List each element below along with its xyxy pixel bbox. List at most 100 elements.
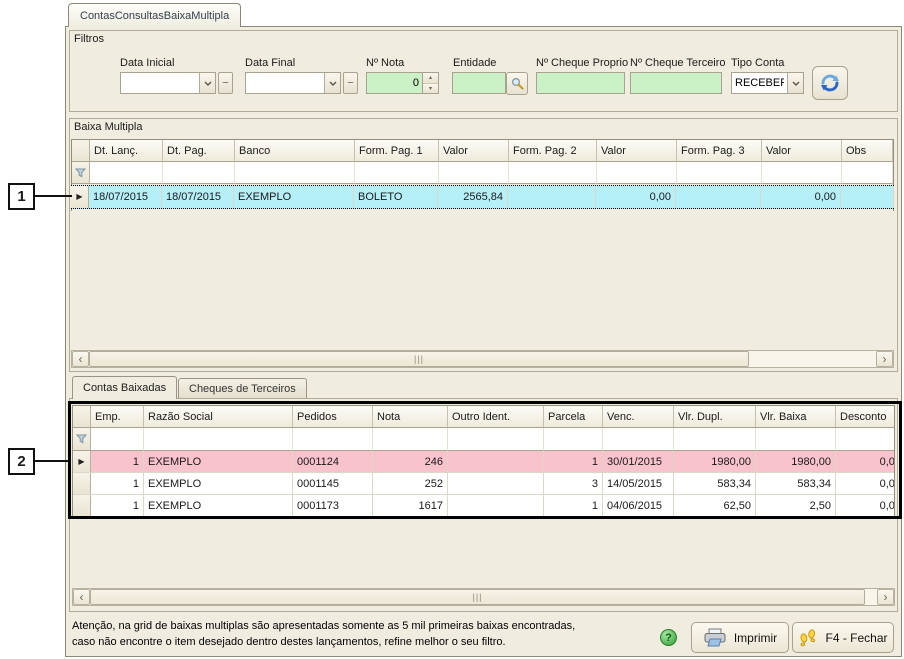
imprimir-button[interactable]: Imprimir — [691, 622, 789, 653]
cell-parcela[interactable]: 3 — [544, 473, 603, 494]
cell-form-pag-3[interactable] — [676, 186, 761, 208]
column-header[interactable]: Dt. Pag. — [163, 140, 235, 162]
tab-cheques-de-terceiros[interactable]: Cheques de Terceiros — [178, 378, 307, 399]
nota-input[interactable] — [367, 73, 422, 93]
table-row[interactable]: 1 EXEMPLO 0001145 252 3 14/05/2015 583,3… — [73, 473, 894, 495]
data-inicial-dropdown-button[interactable] — [199, 73, 215, 93]
cell-nota[interactable]: 246 — [373, 451, 448, 472]
filter-cell[interactable] — [91, 428, 144, 451]
cell-razao-social[interactable]: EXEMPLO — [144, 451, 293, 472]
column-header[interactable]: Form. Pag. 2 — [509, 140, 597, 162]
help-button[interactable]: ? — [660, 629, 677, 646]
tab-contas-baixadas[interactable]: Contas Baixadas — [72, 376, 177, 399]
column-header[interactable]: Obs — [842, 140, 893, 162]
cell-parcela[interactable]: 1 — [544, 495, 603, 516]
filter-cell[interactable] — [355, 162, 439, 184]
column-header[interactable]: Outro Ident. — [448, 406, 544, 428]
refresh-button[interactable] — [812, 66, 848, 100]
cell-vlr-dupl[interactable]: 583,34 — [674, 473, 756, 494]
cell-valor-2[interactable]: 0,00 — [596, 186, 676, 208]
cheque-terceiro-input[interactable] — [631, 73, 721, 93]
entidade-search-button[interactable] — [506, 72, 528, 95]
cell-desconto[interactable]: 0,00 — [836, 495, 895, 516]
cell-dt-lanc[interactable]: 18/07/2015 — [89, 186, 162, 208]
column-header[interactable]: Banco — [235, 140, 355, 162]
tipo-conta-value[interactable] — [732, 73, 787, 93]
filter-funnel-button[interactable] — [72, 162, 90, 184]
entidade-field[interactable] — [452, 72, 506, 94]
scrollbar-thumb[interactable]: ||| — [89, 351, 749, 367]
filter-cell[interactable] — [597, 162, 677, 184]
cell-venc[interactable]: 14/05/2015 — [603, 473, 674, 494]
scrollbar-track[interactable]: ||| — [89, 351, 876, 367]
column-header[interactable]: Form. Pag. 3 — [677, 140, 762, 162]
filter-cell[interactable] — [544, 428, 603, 451]
cell-emp[interactable]: 1 — [91, 495, 144, 516]
data-final-dropdown-button[interactable] — [324, 73, 340, 93]
filter-cell[interactable] — [677, 162, 762, 184]
filter-cell[interactable] — [836, 428, 895, 451]
cell-form-pag-1[interactable]: BOLETO — [354, 186, 438, 208]
filter-cell[interactable] — [439, 162, 509, 184]
filter-cell[interactable] — [674, 428, 756, 451]
filter-funnel-button[interactable] — [73, 428, 91, 451]
entidade-input[interactable] — [453, 73, 505, 93]
cell-desconto[interactable]: 0,00 — [836, 473, 895, 494]
cell-valor-1[interactable]: 2565,84 — [438, 186, 508, 208]
column-header[interactable]: Desconto — [836, 406, 895, 428]
cell-emp[interactable]: 1 — [91, 451, 144, 472]
column-header[interactable]: Emp. — [91, 406, 144, 428]
cell-venc[interactable]: 30/01/2015 — [603, 451, 674, 472]
filter-cell[interactable] — [163, 162, 235, 184]
cell-vlr-baixa[interactable]: 2,50 — [756, 495, 836, 516]
cell-vlr-baixa[interactable]: 583,34 — [756, 473, 836, 494]
table-row[interactable]: 1 EXEMPLO 0001173 1617 1 04/06/2015 62,5… — [73, 495, 894, 517]
grid2-hscrollbar[interactable]: ‹ ||| › — [72, 588, 895, 606]
table-row[interactable]: ▶ 1 EXEMPLO 0001124 246 1 30/01/2015 198… — [73, 451, 894, 473]
column-header[interactable]: Venc. — [603, 406, 674, 428]
grid1-hscrollbar[interactable]: ‹ ||| › — [71, 350, 894, 368]
data-final-input[interactable] — [246, 73, 324, 93]
cell-outro-ident[interactable] — [448, 495, 544, 516]
scroll-right-button[interactable]: › — [877, 589, 894, 605]
spin-down-icon[interactable]: ▾ — [423, 84, 438, 94]
column-header[interactable]: Vlr. Dupl. — [674, 406, 756, 428]
column-header[interactable]: Vlr. Baixa — [756, 406, 836, 428]
cell-obs[interactable] — [841, 186, 894, 208]
cell-vlr-dupl[interactable]: 1980,00 — [674, 451, 756, 472]
cell-nota[interactable]: 1617 — [373, 495, 448, 516]
column-header[interactable]: Valor — [762, 140, 842, 162]
cell-banco[interactable]: EXEMPLO — [234, 186, 354, 208]
scroll-left-button[interactable]: ‹ — [73, 589, 90, 605]
cell-pedidos[interactable]: 0001145 — [293, 473, 373, 494]
cell-outro-ident[interactable] — [448, 473, 544, 494]
cell-nota[interactable]: 252 — [373, 473, 448, 494]
cell-vlr-dupl[interactable]: 62,50 — [674, 495, 756, 516]
cell-desconto[interactable]: 0,00 — [836, 451, 895, 472]
cheque-proprio-field[interactable] — [536, 72, 625, 94]
column-header[interactable]: Razão Social — [144, 406, 293, 428]
column-header[interactable]: Valor — [597, 140, 677, 162]
cell-valor-3[interactable]: 0,00 — [761, 186, 841, 208]
filter-cell[interactable] — [509, 162, 597, 184]
filter-cell[interactable] — [603, 428, 674, 451]
filter-cell[interactable] — [756, 428, 836, 451]
cell-form-pag-2[interactable] — [508, 186, 596, 208]
data-inicial-input[interactable] — [121, 73, 199, 93]
f4-fechar-button[interactable]: F4 - Fechar — [792, 622, 894, 653]
column-header[interactable]: Pedidos — [293, 406, 373, 428]
cheque-proprio-input[interactable] — [537, 73, 624, 93]
column-header[interactable]: Dt. Lanç. — [90, 140, 163, 162]
cell-venc[interactable]: 04/06/2015 — [603, 495, 674, 516]
filter-cell[interactable] — [448, 428, 544, 451]
cell-dt-pag[interactable]: 18/07/2015 — [162, 186, 234, 208]
filter-cell[interactable] — [235, 162, 355, 184]
filter-cell[interactable] — [762, 162, 842, 184]
cell-vlr-baixa[interactable]: 1980,00 — [756, 451, 836, 472]
filter-cell[interactable] — [293, 428, 373, 451]
cell-pedidos[interactable]: 0001173 — [293, 495, 373, 516]
tab-contasconsultasbaixamultipla[interactable]: ContasConsultasBaixaMultipla — [68, 3, 241, 27]
cell-pedidos[interactable]: 0001124 — [293, 451, 373, 472]
cell-emp[interactable]: 1 — [91, 473, 144, 494]
nota-field[interactable] — [366, 72, 423, 94]
